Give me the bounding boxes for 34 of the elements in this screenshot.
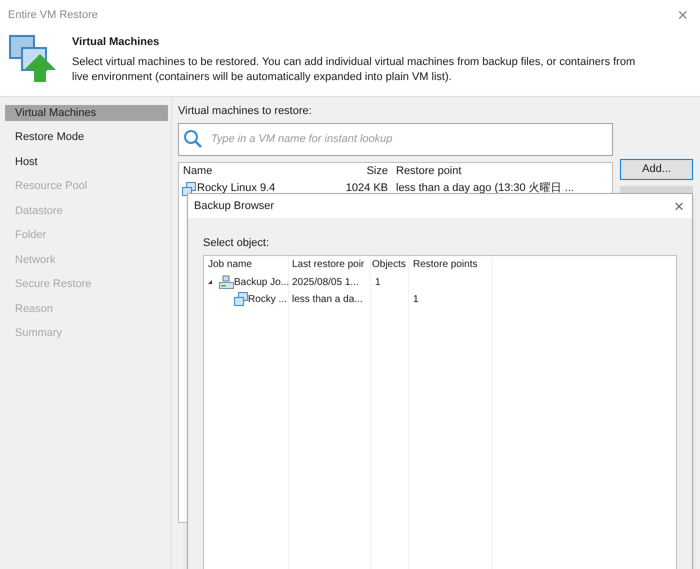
column-header[interactable]: Size [329, 163, 392, 180]
table-cell-text: less than a day ago (13:30 火曜日 ... [395, 181, 574, 196]
table-cell-text: 1024 KB [344, 181, 389, 196]
select-object-label: Select object: [203, 236, 270, 251]
column-header[interactable]: Restore points [409, 257, 478, 272]
vm-icon [234, 292, 248, 306]
close-button[interactable]: × [674, 198, 684, 214]
column-header[interactable]: Objects [371, 257, 409, 272]
table-cell-text: less than a da... [291, 292, 364, 306]
column-header[interactable]: Restore point [392, 163, 462, 180]
table-cell-text: Rocky Linux 9.4 [197, 181, 276, 196]
header-title: Virtual Machines [72, 35, 160, 50]
vm-list-label: Virtual machines to restore: [178, 104, 313, 119]
table-cell: 1 [413, 294, 419, 304]
server-icon [218, 275, 234, 289]
column-header[interactable]: Name [179, 163, 329, 180]
search-input[interactable]: Type in a VM name for instant lookup [211, 130, 608, 148]
search-icon [183, 129, 203, 149]
sidebar-item[interactable]: Restore Mode [5, 130, 168, 146]
dialog-title: Backup Browser [194, 198, 274, 214]
window-title: Entire VM Restore [8, 8, 98, 23]
tree-item[interactable]: Backup Jo... [234, 274, 289, 290]
sidebar-item[interactable]: Host [5, 154, 168, 170]
expand-arrow-icon[interactable] [208, 280, 212, 284]
header-description: Select virtual machines to be restored. You can add individual virtual machines from backup files, or containers from live environment (containers will be automatically expanded into plain VM list). [72, 54, 636, 84]
tree-item[interactable]: Rocky ... [248, 292, 287, 306]
table-cell-text: 2025/08/05 1... [291, 276, 360, 290]
table-cell: 1 [375, 276, 381, 288]
add-button[interactable]: Add... [620, 159, 693, 180]
search-field[interactable]: Type in a VM name for instant lookup [178, 122, 613, 156]
column-header[interactable]: Job name [204, 257, 289, 272]
sidebar-item[interactable]: Virtual Machines [5, 105, 168, 121]
column-header[interactable]: Last restore poir [289, 257, 371, 272]
close-button[interactable]: × [673, 6, 692, 24]
